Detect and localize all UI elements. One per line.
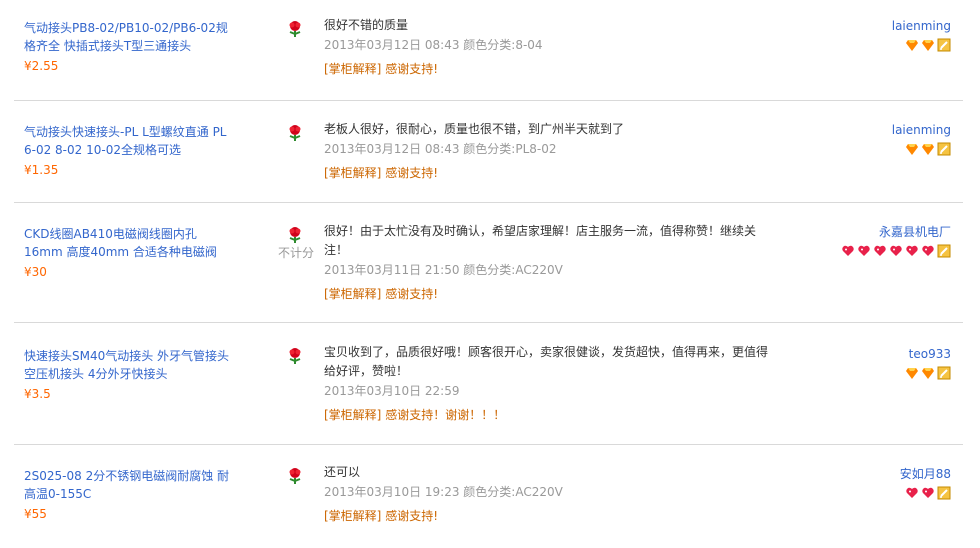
- reviewer-badges: [791, 366, 951, 380]
- rose-rating-icon: [289, 468, 301, 484]
- row-divider: [14, 444, 963, 445]
- heart-icon: [922, 487, 934, 498]
- heart-icon: [922, 245, 934, 256]
- review-comment: 老板人很好，很耐心，质量也很不错，到广州半天就到了: [324, 122, 625, 136]
- edit-note-icon[interactable]: [937, 38, 951, 52]
- seller-reply-text: 感谢支持!: [385, 287, 439, 301]
- edit-note-icon[interactable]: [937, 142, 951, 156]
- product-info: 气动接头快速接头-PL L型螺纹直通 PL 6-02 8-02 10-02全规格…: [24, 123, 234, 179]
- price: ¥30: [24, 265, 47, 279]
- edit-note-icon[interactable]: [937, 366, 951, 380]
- seller-reply-text: 感谢支持!: [385, 62, 439, 76]
- seller-reply-label: [掌柜解释]: [324, 408, 382, 422]
- rose-rating-icon: [289, 348, 301, 364]
- seller-reply: [掌柜解释] 感谢支持!: [324, 60, 774, 78]
- product-info: 快速接头SM40气动接头 外牙气管接头 空压机接头 4分外牙快接头 ¥3.5: [24, 347, 234, 403]
- review-row: 快速接头SM40气动接头 外牙气管接头 空压机接头 4分外牙快接头 ¥3.5 宝…: [14, 342, 963, 432]
- seller-reply-label: [掌柜解释]: [324, 509, 382, 523]
- product-info: 2S025-08 2分不锈钢电磁阀耐腐蚀 耐高温0-155C ¥55: [24, 467, 234, 523]
- seller-reply: [掌柜解释] 感谢支持!: [324, 285, 774, 303]
- diamond-icon: [906, 40, 918, 51]
- reviewer: teo933: [791, 345, 951, 380]
- heart-icon: [906, 487, 918, 498]
- edit-note-icon[interactable]: [937, 244, 951, 258]
- review-comment: 很好！由于太忙没有及时确认，希望店家理解！店主服务一流，值得称赞！继续关注！: [324, 224, 757, 257]
- reviewer-name-link[interactable]: 永嘉县机电厂: [791, 223, 951, 241]
- price: ¥55: [24, 507, 47, 521]
- row-divider: [14, 322, 963, 323]
- review-comment: 还可以: [324, 465, 361, 479]
- row-divider: [14, 100, 963, 101]
- reviewer: 永嘉县机电厂: [791, 223, 951, 258]
- seller-reply-label: [掌柜解释]: [324, 62, 382, 76]
- diamond-icon: [922, 368, 934, 379]
- review-meta: 2013年03月10日 19:23 颜色分类:AC220V: [324, 485, 563, 499]
- product-title-link[interactable]: CKD线圈AB410电磁阀线圈内孔16mm 高度40mm 合适各种电磁阀: [24, 225, 234, 261]
- reviewer-name-link[interactable]: teo933: [791, 345, 951, 363]
- price: ¥1.35: [24, 163, 59, 177]
- seller-reply: [掌柜解释] 感谢支持!: [324, 164, 774, 182]
- product-title-link[interactable]: 快速接头SM40气动接头 外牙气管接头 空压机接头 4分外牙快接头: [24, 347, 234, 383]
- review-content: 宝贝收到了，品质很好哦！顾客很开心，卖家很健谈，发货超快，值得再来，更值得给好评…: [324, 343, 774, 424]
- heart-icon: [858, 245, 870, 256]
- product-info: CKD线圈AB410电磁阀线圈内孔16mm 高度40mm 合适各种电磁阀 ¥30: [24, 225, 234, 281]
- reviewer-name-link[interactable]: 安如月88: [791, 465, 951, 483]
- review-meta: 2013年03月12日 08:43 颜色分类:PL8-02: [324, 142, 557, 156]
- seller-reply-text: 感谢支持!: [385, 509, 439, 523]
- diamond-icon: [906, 144, 918, 155]
- reviewer: 安如月88: [791, 465, 951, 500]
- seller-reply-text: 感谢支持!: [385, 166, 439, 180]
- review-content: 很好！由于太忙没有及时确认，希望店家理解！店主服务一流，值得称赞！继续关注！ 2…: [324, 222, 774, 303]
- product-info: 气动接头PB8-02/PB10-02/PB6-02规格齐全 快插式接头T型三通接…: [24, 19, 234, 75]
- review-content: 很好不错的质量 2013年03月12日 08:43 颜色分类:8-04 [掌柜解…: [324, 16, 774, 78]
- seller-reply: [掌柜解释] 感谢支持！谢谢！！！: [324, 406, 774, 424]
- review-comment: 很好不错的质量: [324, 18, 409, 32]
- diamond-icon: [906, 368, 918, 379]
- reviewer-name-link[interactable]: laienming: [791, 17, 951, 35]
- rose-rating-icon: [289, 21, 301, 37]
- heart-icon: [890, 245, 902, 256]
- review-content: 老板人很好，很耐心，质量也很不错，到广州半天就到了 2013年03月12日 08…: [324, 120, 774, 182]
- diamond-icon: [922, 144, 934, 155]
- row-divider: [14, 202, 963, 203]
- review-comment: 宝贝收到了，品质很好哦！顾客很开心，卖家很健谈，发货超快，值得再来，更值得给好评…: [324, 345, 769, 378]
- product-title-link[interactable]: 气动接头PB8-02/PB10-02/PB6-02规格齐全 快插式接头T型三通接…: [24, 19, 234, 55]
- review-meta: 2013年03月10日 22:59: [324, 384, 460, 398]
- review-meta: 2013年03月12日 08:43 颜色分类:8-04: [324, 38, 543, 52]
- no-score-label: 不计分: [277, 246, 314, 260]
- review-row: 气动接头快速接头-PL L型螺纹直通 PL 6-02 8-02 10-02全规格…: [14, 118, 963, 194]
- review-row: CKD线圈AB410电磁阀线圈内孔16mm 高度40mm 合适各种电磁阀 ¥30…: [14, 222, 963, 312]
- reviewer-badges: [791, 486, 951, 500]
- review-meta: 2013年03月11日 21:50 颜色分类:AC220V: [324, 263, 563, 277]
- reviewer-badges: [791, 38, 951, 52]
- product-title-link[interactable]: 2S025-08 2分不锈钢电磁阀耐腐蚀 耐高温0-155C: [24, 467, 234, 503]
- product-title-link[interactable]: 气动接头快速接头-PL L型螺纹直通 PL 6-02 8-02 10-02全规格…: [24, 123, 234, 159]
- seller-reply: [掌柜解释] 感谢支持!: [324, 507, 774, 525]
- diamond-icon: [922, 40, 934, 51]
- heart-icon: [874, 245, 886, 256]
- price: ¥3.5: [24, 387, 51, 401]
- heart-icon: [906, 245, 918, 256]
- seller-reply-label: [掌柜解释]: [324, 166, 382, 180]
- rose-rating-icon: [289, 227, 301, 243]
- reviewer-badges: [791, 142, 951, 156]
- edit-note-icon[interactable]: [937, 486, 951, 500]
- heart-icon: [842, 245, 854, 256]
- reviewer-name-link[interactable]: laienming: [791, 121, 951, 139]
- seller-reply-text: 感谢支持！谢谢！！！: [385, 408, 506, 422]
- reviewer: laienming: [791, 121, 951, 156]
- review-row: 2S025-08 2分不锈钢电磁阀耐腐蚀 耐高温0-155C ¥55 还可以 2…: [14, 462, 963, 542]
- review-content: 还可以 2013年03月10日 19:23 颜色分类:AC220V [掌柜解释]…: [324, 463, 774, 525]
- review-row: 气动接头PB8-02/PB10-02/PB6-02规格齐全 快插式接头T型三通接…: [14, 14, 963, 90]
- reviewer: laienming: [791, 17, 951, 52]
- reviewer-badges: [791, 244, 951, 258]
- price: ¥2.55: [24, 59, 59, 73]
- seller-reply-label: [掌柜解释]: [324, 287, 382, 301]
- rose-rating-icon: [289, 125, 301, 141]
